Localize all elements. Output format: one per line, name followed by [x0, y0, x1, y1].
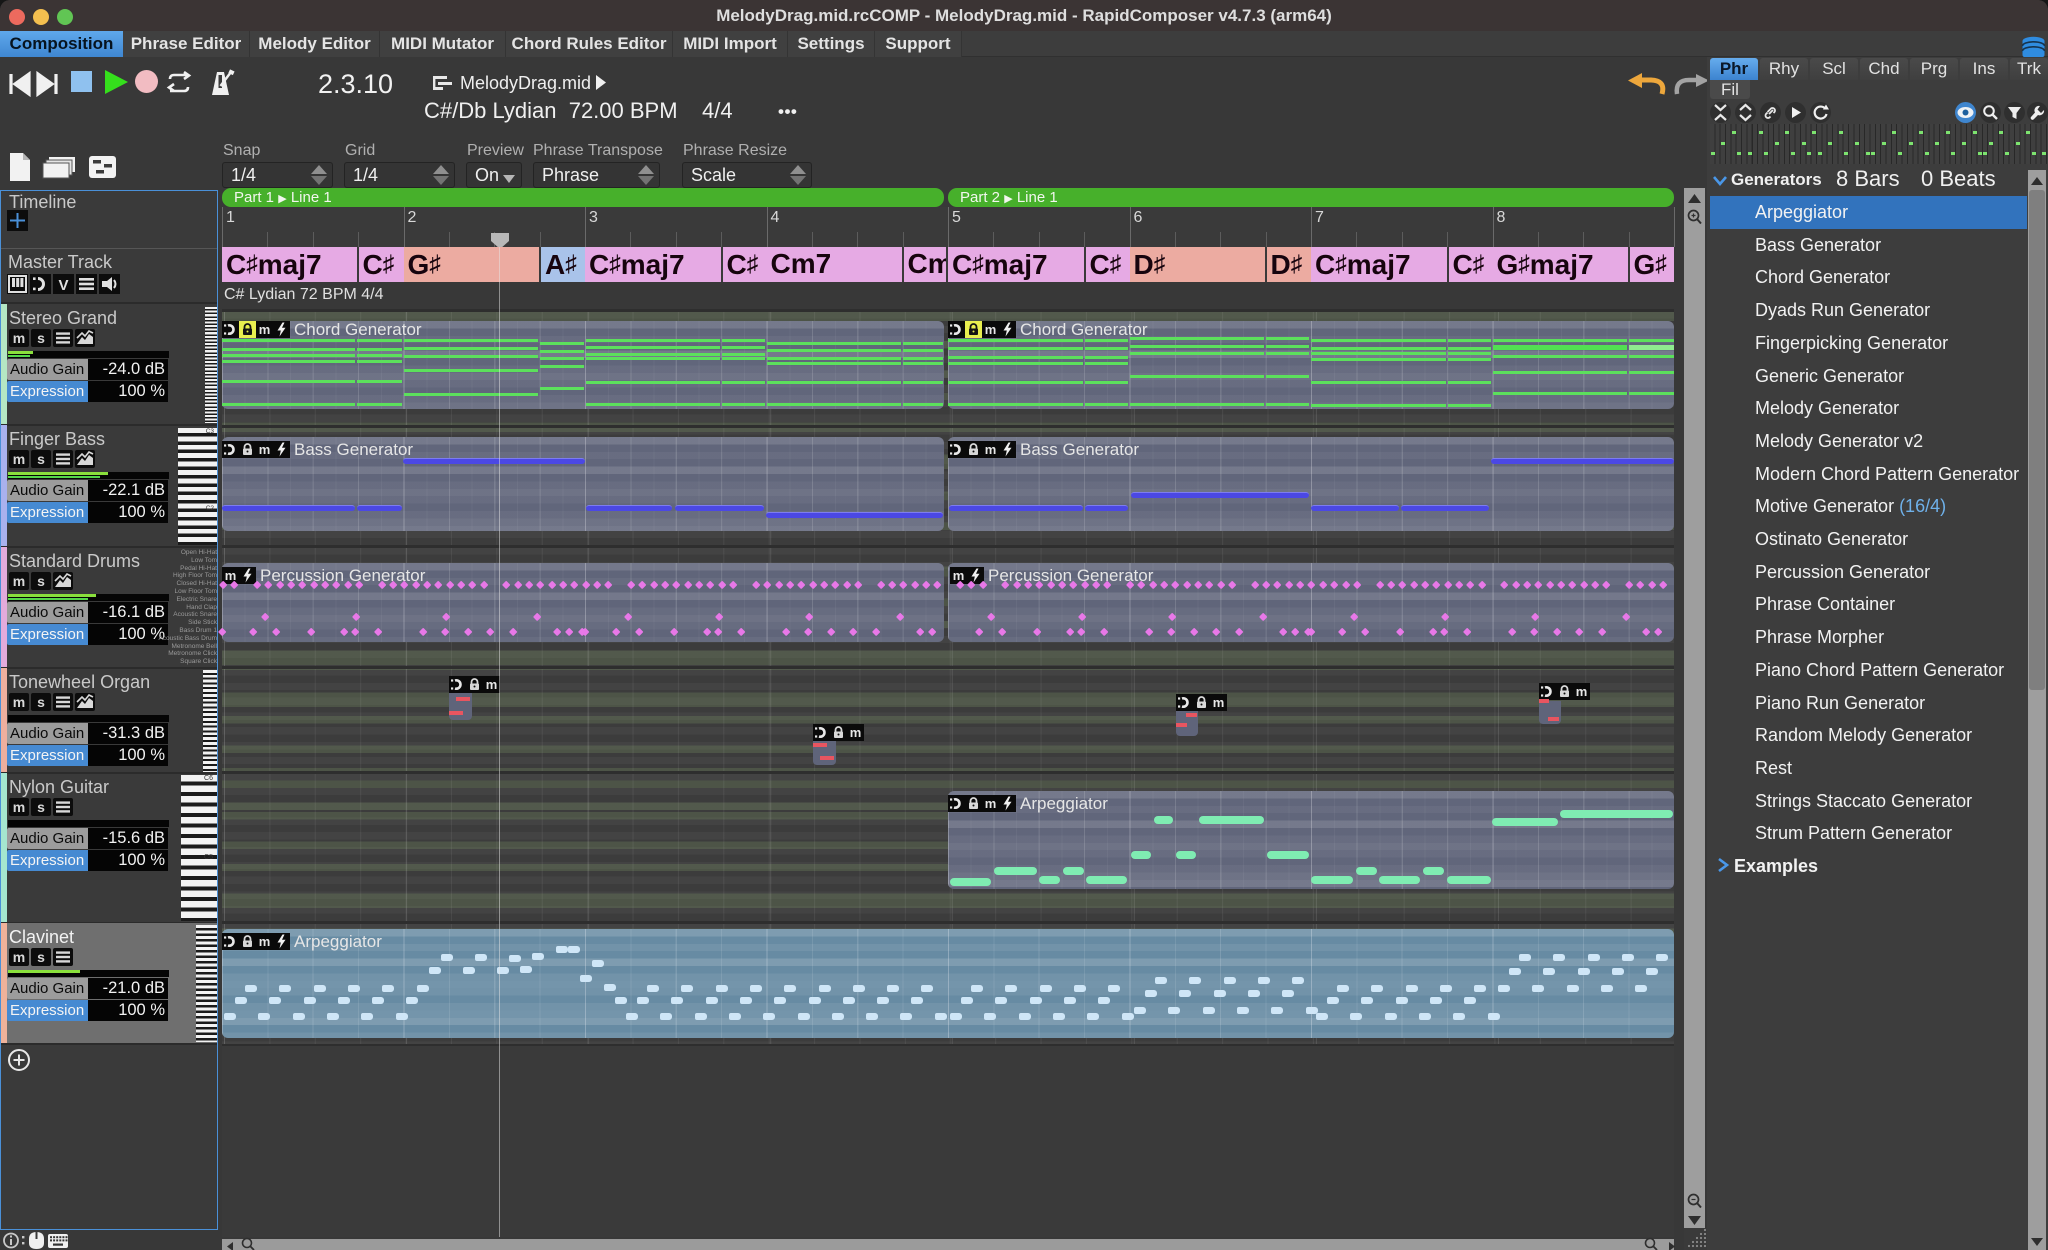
svg-text:V: V: [58, 277, 68, 294]
